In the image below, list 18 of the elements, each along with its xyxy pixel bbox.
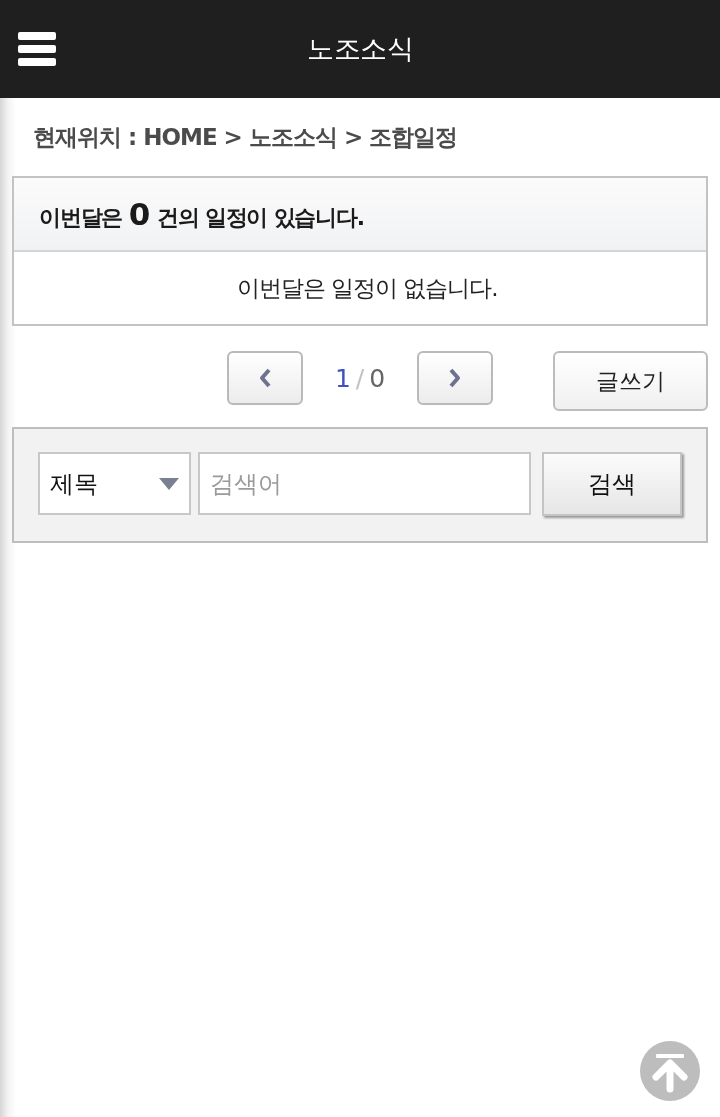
next-page-button[interactable] xyxy=(417,351,493,405)
empty-message: 이번달은 일정이 없습니다. xyxy=(236,273,498,303)
search-input[interactable]: 검색어 xyxy=(198,452,531,515)
caret-down-icon xyxy=(159,477,179,490)
page-title: 노조소식 xyxy=(307,32,413,66)
scroll-to-top-icon[interactable] xyxy=(640,1041,700,1101)
current-page: 1 xyxy=(334,363,351,393)
chevron-right-icon xyxy=(448,368,462,388)
previous-page-button[interactable] xyxy=(227,351,303,405)
breadcrumb: 현재위치 : HOME > 노조소식 > 조합일정 xyxy=(33,123,458,152)
schedule-summary: 이번달은 0 건의 일정이 있습니다. xyxy=(39,195,364,233)
total-pages: 0 xyxy=(369,363,386,393)
search-field-select[interactable]: 제목 xyxy=(38,452,191,515)
page-separator: / xyxy=(355,363,365,393)
menu-icon[interactable] xyxy=(18,32,56,66)
write-button[interactable]: 글쓰기 xyxy=(553,351,708,411)
search-button[interactable]: 검색 xyxy=(542,452,682,516)
chevron-left-icon xyxy=(258,368,272,388)
